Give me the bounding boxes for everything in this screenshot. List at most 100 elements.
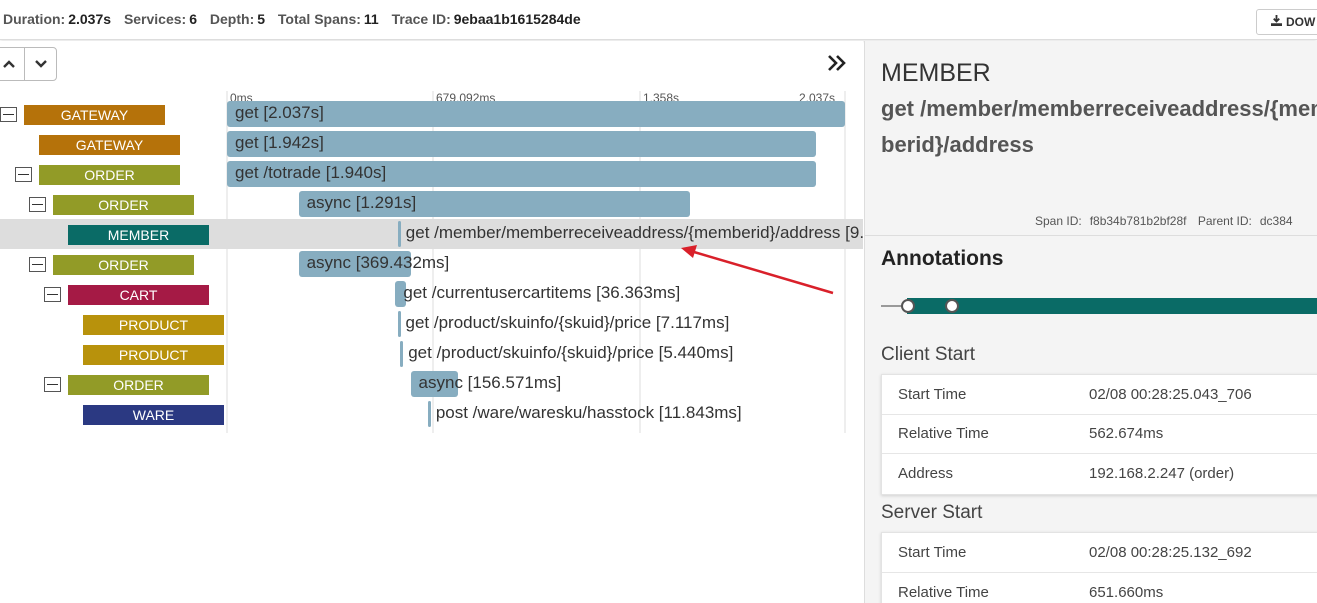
collapse-toggle[interactable] — [0, 107, 17, 122]
span-label: get /product/skuinfo/{skuid}/price [5.44… — [408, 343, 734, 362]
service-badge[interactable]: ORDER — [53, 195, 194, 215]
collapse-toggle[interactable] — [15, 167, 32, 182]
detail-span-name: get /member/memberreceiveaddress/{member… — [881, 96, 1317, 157]
service-badge[interactable]: MEMBER — [68, 225, 209, 245]
span-row[interactable]: ORDER async [156.571ms] — [0, 369, 863, 399]
annotation-value: 02/08 00:28:25.132_692 — [1089, 543, 1252, 561]
collapse-toggle[interactable] — [44, 377, 61, 392]
span-row[interactable]: ORDER get /totrade [1.940s] — [0, 159, 863, 189]
service-badge[interactable]: WARE — [83, 405, 224, 425]
span-ids: Span ID: f8b34b781b2bf28f Parent ID: dc384 — [1035, 214, 1293, 228]
trace-summary: Duration: 2.037s Services: 6 Depth: 5 Total… — [3, 11, 590, 27]
span-detail-pane: MEMBER get /member/memberreceiveaddress/… — [864, 41, 1317, 603]
depth-value: 5 — [257, 11, 266, 27]
span-bar[interactable] — [227, 131, 817, 157]
client-start-table: Start Time 02/08 00:28:25.043_706 Relative… — [881, 374, 1317, 495]
span-bar[interactable] — [397, 221, 401, 247]
span-label: post /ware/waresku/hasstock [11.843ms] — [435, 403, 742, 422]
annotation-key: Start Time — [898, 543, 967, 561]
annotation-row: Address 192.168.2.247 (order) — [882, 454, 1317, 494]
annotation-timeline-bar — [907, 298, 1317, 314]
span-row[interactable]: WARE post /ware/waresku/hasstock [11.843m… — [0, 399, 863, 429]
span-bar[interactable] — [395, 281, 407, 307]
annotation-row: Relative Time 651.660ms — [882, 573, 1317, 603]
span-label: get /member/memberreceiveaddress/{member… — [405, 223, 901, 242]
download-button[interactable]: DOW — [1256, 9, 1317, 35]
detail-service-name: MEMBER — [881, 59, 991, 87]
span-row[interactable]: PRODUCT get /product/skuinfo/{skuid}/pric… — [0, 339, 863, 369]
server-start-title: Server Start — [881, 502, 983, 523]
collapse-toggle[interactable] — [44, 287, 61, 302]
service-badge[interactable]: PRODUCT — [83, 315, 224, 335]
parent-id-label: Parent ID: — [1197, 214, 1252, 228]
annotation-key: Relative Time — [898, 583, 989, 601]
annotation-key: Start Time — [898, 385, 967, 403]
span-row[interactable]: GATEWAY get [2.037s] — [0, 99, 863, 129]
duration-label: Duration: — [3, 11, 66, 27]
span-row[interactable]: PRODUCT get /product/skuinfo/{skuid}/pric… — [0, 309, 863, 339]
expand-pane-button[interactable] — [826, 52, 848, 74]
service-badge[interactable]: CART — [68, 285, 209, 305]
span-row[interactable]: ORDER async [369.432ms] — [0, 249, 863, 279]
service-badge[interactable]: PRODUCT — [83, 345, 224, 365]
annotation-row: Relative Time 562.674ms — [882, 415, 1317, 454]
chevron-down-icon — [34, 60, 47, 68]
service-badge[interactable]: GATEWAY — [24, 105, 165, 125]
total-spans-value: 11 — [363, 11, 379, 27]
annotation-row: Start Time 02/08 00:28:25.043_706 — [882, 375, 1317, 415]
span-bar[interactable] — [400, 341, 404, 367]
span-row[interactable]: ORDER async [1.291s] — [0, 189, 863, 219]
annotation-key: Address — [898, 465, 954, 483]
annotation-marker-server-start[interactable] — [945, 299, 959, 313]
trace-id-label: Trace ID: — [391, 11, 451, 27]
service-badge[interactable]: GATEWAY — [39, 135, 180, 155]
services-value: 6 — [189, 11, 198, 27]
span-label: get /product/skuinfo/{skuid}/price [7.11… — [405, 313, 730, 332]
trace-summary-bar: Duration: 2.037s Services: 6 Depth: 5 Total… — [0, 0, 1317, 40]
double-chevron-right-icon — [828, 55, 846, 71]
span-bar[interactable] — [298, 191, 691, 217]
annotation-value: 02/08 00:28:25.043_706 — [1089, 385, 1252, 403]
span-row[interactable]: GATEWAY get [1.942s] — [0, 129, 863, 159]
service-badge[interactable]: ORDER — [53, 255, 194, 275]
annotations-title: Annotations — [881, 247, 1004, 270]
span-bar[interactable] — [410, 371, 459, 397]
span-bar[interactable] — [298, 251, 411, 277]
span-bar[interactable] — [227, 161, 816, 187]
collapse-toggle[interactable] — [29, 197, 46, 212]
span-id-value: f8b34b781b2bf28f — [1089, 214, 1187, 228]
divider — [865, 235, 1317, 236]
annotation-value: 562.674ms — [1089, 425, 1164, 443]
parent-id-value: dc384 — [1259, 214, 1293, 228]
next-span-button[interactable] — [24, 48, 56, 80]
trace-id-value: 9ebaa1b1615284de — [453, 11, 581, 27]
span-row[interactable]: CART get /currentusercartitems [36.363ms] — [0, 279, 863, 309]
span-row[interactable]: MEMBER get /member/memberreceiveaddress/{… — [0, 219, 901, 249]
chevron-up-icon — [2, 60, 15, 68]
span-nav — [0, 47, 57, 81]
annotation-key: Relative Time — [898, 425, 989, 443]
span-id-label: Span ID: — [1035, 214, 1082, 228]
server-start-table: Start Time 02/08 00:28:25.132_692 Relative… — [881, 532, 1317, 603]
services-label: Services: — [123, 11, 187, 27]
depth-label: Depth: — [209, 11, 255, 27]
prev-span-button[interactable] — [0, 48, 24, 80]
annotation-value: 651.660ms — [1089, 583, 1164, 601]
download-icon — [1271, 10, 1282, 34]
service-badge[interactable]: ORDER — [68, 375, 209, 395]
annotation-row: Start Time 02/08 00:28:25.132_692 — [882, 533, 1317, 573]
trace-view: Duration: 2.037s Services: 6 Depth: 5 Total… — [0, 0, 1317, 603]
client-start-title: Client Start — [881, 344, 975, 365]
span-bar[interactable] — [227, 101, 845, 127]
total-spans-label: Total Spans: — [277, 11, 361, 27]
timeline-pane: 0ms 679.092ms 1.358s 2.037s GATEWAY get [2.0… — [0, 41, 901, 603]
span-bar[interactable] — [427, 401, 432, 427]
span-bar[interactable] — [397, 311, 401, 337]
duration-value: 2.037s — [68, 11, 112, 27]
annotation-value: 192.168.2.247 (order) — [1089, 465, 1235, 483]
service-badge[interactable]: ORDER — [39, 165, 180, 185]
collapse-toggle[interactable] — [29, 257, 46, 272]
span-label: get /currentusercartitems [36.363ms] — [403, 283, 681, 302]
download-label: DOW — [1286, 15, 1316, 29]
annotation-marker-client-start[interactable] — [901, 299, 915, 313]
